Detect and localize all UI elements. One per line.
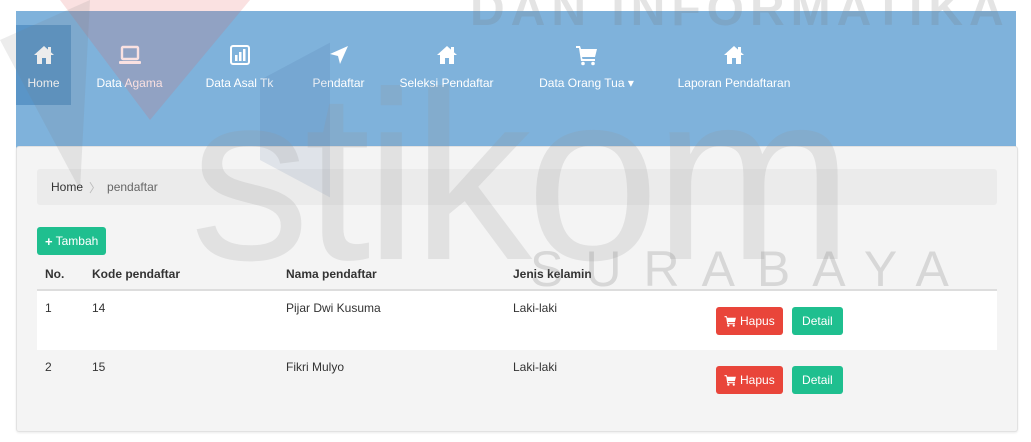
column-header-jenis-kelamin: Jenis kelamin	[505, 259, 705, 291]
add-button-label: Tambah	[55, 234, 99, 248]
nav-menu: Home Data Agama Data Asal Tk Pendaftar S…	[16, 11, 802, 115]
hapus-button[interactable]: Hapus	[716, 306, 783, 335]
hapus-button-label: Hapus	[740, 313, 775, 328]
cell-no: 1	[37, 290, 84, 350]
laptop-icon	[116, 41, 144, 69]
table-row: 2 15 Fikri Mulyo Laki-laki Hapus Detail	[37, 350, 997, 409]
nav-item-label: Pendaftar	[312, 75, 365, 90]
home-icon	[30, 41, 58, 69]
cart-icon	[724, 374, 736, 386]
nav-item-home[interactable]: Home	[16, 25, 71, 105]
column-header-kode: Kode pendaftar	[84, 259, 278, 291]
breadcrumb-current: pendaftar	[107, 180, 158, 194]
cell-nama: Pijar Dwi Kusuma	[278, 290, 505, 350]
hapus-button[interactable]: Hapus	[716, 365, 783, 394]
breadcrumb-home-link[interactable]: Home	[51, 180, 83, 194]
plus-icon: +	[45, 233, 53, 249]
nav-item-data-orang-tua[interactable]: Data Orang Tua ▾	[507, 25, 666, 105]
nav-item-label: Seleksi Pendaftar	[399, 75, 494, 90]
nav-item-pendaftar[interactable]: Pendaftar	[291, 25, 386, 105]
content-panel: Home 〉 pendaftar + Tambah No. Kode penda…	[16, 146, 1018, 432]
column-header-actions	[705, 259, 997, 291]
table-row: 1 14 Pijar Dwi Kusuma Laki-laki Hapus De…	[37, 290, 997, 350]
cell-actions: Hapus Detail	[705, 350, 997, 409]
breadcrumb-separator: 〉	[89, 180, 102, 195]
home-icon	[720, 41, 748, 69]
table-header-row: No. Kode pendaftar Nama pendaftar Jenis …	[37, 259, 997, 291]
hapus-button-label: Hapus	[740, 372, 775, 387]
cart-icon	[724, 315, 736, 327]
send-icon	[325, 41, 353, 69]
nav-item-data-asal-tk[interactable]: Data Asal Tk	[188, 25, 291, 105]
cell-actions: Hapus Detail	[705, 290, 997, 350]
column-header-no: No.	[37, 259, 84, 291]
detail-button[interactable]: Detail	[792, 306, 843, 335]
cell-nama: Fikri Mulyo	[278, 350, 505, 409]
nav-item-data-agama[interactable]: Data Agama	[71, 25, 188, 105]
nav-item-label: Data Asal Tk	[205, 75, 274, 90]
home-icon	[433, 41, 461, 69]
nav-item-label: Laporan Pendaftaran	[677, 75, 791, 90]
bar-chart-icon	[226, 41, 254, 69]
cell-kode: 15	[84, 350, 278, 409]
breadcrumb: Home 〉 pendaftar	[37, 169, 997, 205]
nav-item-label: Data Agama	[96, 75, 163, 90]
nav-item-seleksi-pendaftar[interactable]: Seleksi Pendaftar	[386, 25, 507, 105]
cell-jenis-kelamin: Laki-laki	[505, 350, 705, 409]
pendaftar-table: No. Kode pendaftar Nama pendaftar Jenis …	[37, 259, 997, 409]
detail-button[interactable]: Detail	[792, 365, 843, 394]
column-header-nama: Nama pendaftar	[278, 259, 505, 291]
nav-item-label: Home	[27, 75, 60, 90]
add-button[interactable]: + Tambah	[37, 227, 107, 255]
nav-item-laporan-pendaftaran[interactable]: Laporan Pendaftaran	[666, 25, 802, 105]
cell-no: 2	[37, 350, 84, 409]
cart-icon	[573, 41, 601, 69]
cell-jenis-kelamin: Laki-laki	[505, 290, 705, 350]
nav-item-label: Data Orang Tua ▾	[539, 75, 634, 90]
cell-kode: 14	[84, 290, 278, 350]
